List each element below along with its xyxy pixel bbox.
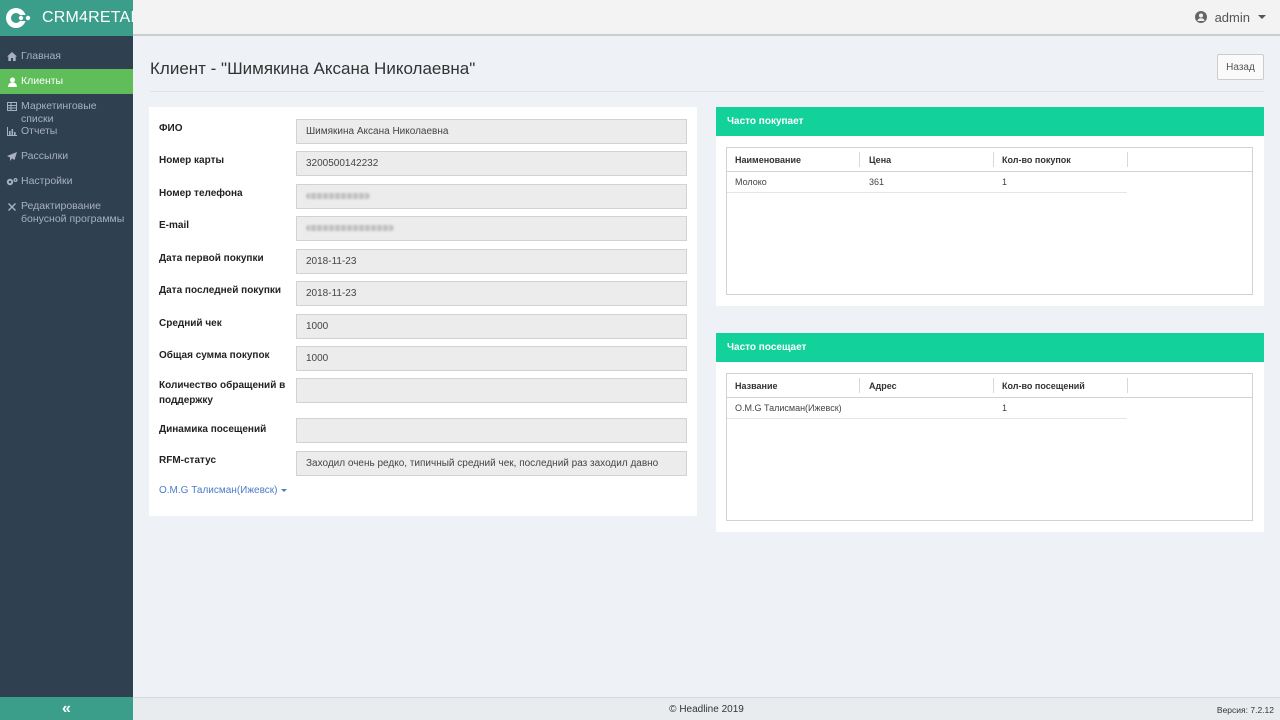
table-row[interactable]: Молоко 361 1 (727, 172, 1127, 193)
paper-plane-icon (6, 150, 18, 163)
table-cell: 1 (1002, 177, 1008, 187)
sidebar-item-bonus-program[interactable]: Редактирование бонусной программы (0, 194, 133, 232)
sidebar-item-settings[interactable]: Настройки (0, 169, 133, 194)
average-check-field[interactable]: 1000 (296, 314, 687, 339)
table-cell: 361 (869, 177, 885, 187)
frequent-visits-panel: Часто посещает Название Адрес Кол-во пос… (716, 333, 1264, 532)
field-label: Дата последней покупки (159, 285, 282, 296)
support-requests-field[interactable] (296, 378, 687, 403)
sidebar-item-label: Отчеты (21, 125, 58, 137)
sidebar-item-clients[interactable]: Клиенты (0, 69, 133, 94)
table-header: Название Адрес Кол-во посещений (727, 374, 1252, 398)
caret-down-icon (280, 488, 287, 492)
main-content: Клиент - "Шимякина Аксана Николаевна" На… (133, 38, 1280, 697)
redacted-value (306, 193, 370, 200)
column-header[interactable]: Цена (861, 148, 995, 171)
table-cell: 1 (1002, 403, 1008, 413)
field-label: RFM-статус (159, 455, 217, 466)
bar-chart-icon (6, 125, 18, 138)
table-cell (861, 398, 869, 418)
table-icon (6, 100, 18, 113)
field-label: E-mail (159, 220, 190, 231)
sidebar-item-label: Редактирование бонусной программы (21, 200, 125, 225)
frequent-visits-table: Название Адрес Кол-во посещений O.M.G Та… (726, 373, 1253, 521)
brand-name: CRM4RETAIL (42, 9, 145, 26)
table-cell: Молоко (735, 177, 767, 187)
user-menu[interactable]: admin (1194, 9, 1266, 25)
field-label: Общая сумма покупок (159, 350, 270, 361)
back-button[interactable]: Назад (1217, 54, 1264, 80)
sidebar-item-label: Маркетинговые списки (21, 100, 97, 125)
field-label: Номер телефона (159, 188, 243, 199)
table-row[interactable]: O.M.G Талисман(Ижевск) 1 (727, 398, 1127, 419)
wrench-icon (6, 200, 18, 213)
divider (150, 91, 1264, 92)
field-label: Дата первой покупки (159, 253, 264, 264)
rfm-status-field[interactable]: Заходил очень редко, типичный средний че… (296, 451, 687, 476)
username: admin (1214, 9, 1250, 25)
first-purchase-date-field[interactable]: 2018-11-23 (296, 249, 687, 274)
sidebar-item-label: Настройки (21, 175, 73, 187)
sidebar-collapse-button[interactable]: « (0, 697, 133, 720)
field-label: ФИО (159, 123, 183, 134)
version: Версия: 7.2.12 (1216, 705, 1274, 715)
double-chevron-left-icon: « (62, 699, 71, 717)
logo[interactable]: CRM4RETAIL (0, 0, 144, 36)
column-divider (1127, 378, 1128, 393)
email-field[interactable] (296, 216, 687, 241)
total-purchases-field[interactable]: 1000 (296, 346, 687, 371)
sidebar-item-marketing-lists[interactable]: Маркетинговые списки (0, 94, 133, 125)
sidebar: CRM4RETAIL Главная Клиенты Маркетинговые… (0, 0, 144, 720)
gears-icon (6, 175, 18, 188)
sidebar-item-home[interactable]: Главная (0, 44, 133, 69)
copyright: © Headline 2019 (669, 704, 744, 715)
footer: © Headline 2019 Версия: 7.2.12 (133, 697, 1280, 720)
sidebar-item-mailings[interactable]: Рассылки (0, 144, 133, 169)
logo-icon (4, 5, 38, 31)
client-info-card: ФИО Шимякина Аксана Николаевна Номер кар… (149, 107, 697, 516)
home-icon (6, 50, 18, 63)
phone-field[interactable] (296, 184, 687, 209)
fio-field[interactable]: Шимякина Аксана Николаевна (296, 119, 687, 144)
sidebar-item-label: Главная (21, 50, 61, 62)
redacted-value (306, 225, 394, 232)
user-icon (6, 75, 18, 88)
sidebar-nav: Главная Клиенты Маркетинговые списки Отч… (0, 44, 133, 232)
field-label: Количество обращений в поддержку (159, 380, 286, 406)
column-divider (859, 378, 860, 393)
sidebar-item-label: Клиенты (21, 75, 64, 87)
card-number-field[interactable]: 3200500142232 (296, 151, 687, 176)
field-label: Номер карты (159, 155, 225, 166)
column-divider (859, 152, 860, 167)
user-circle-icon (1194, 11, 1207, 23)
field-label: Средний чек (159, 318, 222, 329)
store-link-label: O.M.G Талисман(Ижевск) (159, 485, 278, 496)
table-header: Наименование Цена Кол-во покупок (727, 148, 1252, 172)
caret-down-icon (1258, 15, 1266, 19)
column-header[interactable]: Название (727, 374, 861, 397)
last-purchase-date-field[interactable]: 2018-11-23 (296, 281, 687, 306)
panel-title: Часто посещает (716, 333, 1264, 362)
frequent-purchases-panel: Часто покупает Наименование Цена Кол-во … (716, 107, 1264, 306)
column-header[interactable]: Кол-во посещений (994, 374, 1128, 397)
topbar: admin (133, 0, 1280, 36)
panel-title: Часто покупает (716, 107, 1264, 136)
page-title: Клиент - "Шимякина Аксана Николаевна" (150, 59, 476, 78)
visit-dynamics-field[interactable] (296, 418, 687, 443)
table-cell: O.M.G Талисман(Ижевск) (735, 403, 842, 413)
frequent-purchases-table: Наименование Цена Кол-во покупок Молоко … (726, 147, 1253, 295)
column-header[interactable]: Наименование (727, 148, 861, 171)
field-label: Динамика посещений (159, 424, 267, 435)
sidebar-item-label: Рассылки (21, 150, 69, 162)
store-dropdown-link[interactable]: O.M.G Талисман(Ижевск) (159, 485, 287, 496)
column-divider (1127, 152, 1128, 167)
column-header[interactable]: Кол-во покупок (994, 148, 1128, 171)
column-header[interactable]: Адрес (861, 374, 995, 397)
